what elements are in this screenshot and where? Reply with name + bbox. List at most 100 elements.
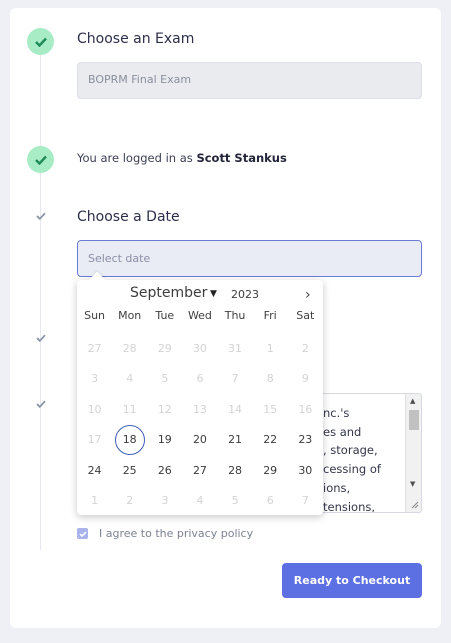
calendar-day: 27 xyxy=(77,342,112,355)
calendar-day[interactable]: 24 xyxy=(77,464,112,477)
calendar-day-selected[interactable]: 18 xyxy=(112,424,147,455)
calendar-day-number: 7 xyxy=(231,372,239,386)
calendar-day-number: 8 xyxy=(266,372,274,386)
calendar-day: 15 xyxy=(253,403,288,416)
calendar-day: 2 xyxy=(112,494,147,507)
calendar-day-number: 3 xyxy=(91,372,99,386)
calendar-day-number: 20 xyxy=(192,433,207,447)
calendar-day-number: 25 xyxy=(122,463,137,477)
policy-line: , storage, xyxy=(323,443,378,458)
policy-line: tensions, xyxy=(323,499,376,513)
calendar-day[interactable]: 23 xyxy=(288,433,323,446)
calendar-day-number: 26 xyxy=(157,463,172,477)
logged-in-notice: You are logged in as Scott Stankus xyxy=(77,151,287,165)
calendar-day: 30 xyxy=(182,342,217,355)
calendar-day: 29 xyxy=(147,342,182,355)
calendar-day-number: 9 xyxy=(301,372,309,386)
calendar-day-number: 27 xyxy=(192,463,207,477)
calendar-day: 14 xyxy=(218,403,253,416)
step-complete-check-icon xyxy=(27,28,54,55)
calendar-day: 10 xyxy=(77,403,112,416)
calendar-day: 4 xyxy=(112,372,147,385)
weekday-label: Sat xyxy=(296,309,315,322)
calendar-day-number: 5 xyxy=(161,372,169,386)
calendar-day[interactable]: 28 xyxy=(218,464,253,477)
calendar-day-number: 29 xyxy=(157,341,172,355)
weekday-header: Sun Mon Tue Wed Thu Fri Sat xyxy=(77,309,323,322)
weekday-label: Sun xyxy=(84,309,106,322)
calendar-grid: 27 28 29 30 31 1 2 3 4 5 6 7 8 9 10 11 12 13 14 15 16 17 18 19 2… xyxy=(77,333,323,516)
calendar-day-number: 28 xyxy=(228,463,243,477)
resize-handle-icon[interactable] xyxy=(410,500,419,509)
scroll-down-arrow-icon[interactable]: ▼ xyxy=(410,480,415,488)
calendar-day: 13 xyxy=(182,403,217,416)
calendar-week: 10 11 12 13 14 15 16 xyxy=(77,394,323,425)
next-month-chevron-icon[interactable]: › xyxy=(305,287,311,303)
step-check-icon xyxy=(35,210,47,222)
ready-to-checkout-button[interactable]: Ready to Checkout xyxy=(282,563,422,598)
calendar-day-number: 19 xyxy=(157,433,172,447)
scroll-up-arrow-icon[interactable]: ▲ xyxy=(410,397,415,405)
scrollbar-thumb[interactable] xyxy=(409,410,419,430)
step-check-icon xyxy=(35,332,47,344)
calendar-day[interactable]: 20 xyxy=(182,433,217,446)
calendar-day-number: 30 xyxy=(192,341,207,355)
calendar-day[interactable]: 19 xyxy=(147,433,182,446)
exam-select-field[interactable]: BOPRM Final Exam xyxy=(77,62,422,99)
choose-exam-title: Choose an Exam xyxy=(77,31,195,47)
policy-scrollbar[interactable]: ▲ ▼ xyxy=(405,394,421,512)
calendar-day-number: 15 xyxy=(263,402,278,416)
calendar-week: 1 2 3 4 5 6 7 xyxy=(77,486,323,517)
calendar-day: 28 xyxy=(112,342,147,355)
step-timeline-line xyxy=(40,40,41,550)
policy-line: nc.'s xyxy=(323,406,350,420)
calendar-day: 17 xyxy=(77,433,112,446)
policy-line: es and xyxy=(323,424,362,439)
calendar-day-number: 30 xyxy=(298,463,313,477)
calendar-day: 3 xyxy=(77,372,112,385)
calendar-day[interactable]: 29 xyxy=(253,464,288,477)
date-input[interactable]: Select date xyxy=(77,240,422,277)
calendar-day: 6 xyxy=(182,372,217,385)
calendar-day[interactable]: 27 xyxy=(182,464,217,477)
agree-checkbox[interactable] xyxy=(77,528,88,539)
calendar-day-number: 4 xyxy=(126,372,134,386)
calendar-day-number: 1 xyxy=(266,341,274,355)
agree-privacy-row[interactable]: I agree to the privacy policy xyxy=(77,527,253,540)
calendar-day: 3 xyxy=(147,494,182,507)
calendar-day: 5 xyxy=(147,372,182,385)
calendar-day-number: 10 xyxy=(87,402,102,416)
calendar-day-number: 17 xyxy=(87,433,102,447)
calendar-week: 24 25 26 27 28 29 30 xyxy=(77,455,323,486)
calendar-day-number: 6 xyxy=(196,372,204,386)
calendar-week: 27 28 29 30 31 1 2 xyxy=(77,333,323,364)
step-complete-check-icon xyxy=(27,146,54,173)
calendar-day: 31 xyxy=(218,342,253,355)
calendar-day: 7 xyxy=(218,372,253,385)
calendar-day: 9 xyxy=(288,372,323,385)
calendar-day: 16 xyxy=(288,403,323,416)
calendar-day: 1 xyxy=(77,494,112,507)
calendar-day-number: 16 xyxy=(298,402,313,416)
calendar-day[interactable]: 26 xyxy=(147,464,182,477)
calendar-day-number: 18 xyxy=(114,424,145,455)
calendar-day-number: 24 xyxy=(87,463,102,477)
calendar-day[interactable]: 30 xyxy=(288,464,323,477)
calendar-day: 2 xyxy=(288,342,323,355)
calendar-day-number: 14 xyxy=(228,402,243,416)
weekday-label: Mon xyxy=(118,309,142,322)
calendar-day-number: 3 xyxy=(161,494,169,508)
logged-in-user: Scott Stankus xyxy=(196,151,287,165)
month-select[interactable]: September xyxy=(130,285,207,301)
calendar-day-number: 6 xyxy=(266,494,274,508)
calendar-day-number: 7 xyxy=(301,494,309,508)
calendar-day[interactable]: 22 xyxy=(253,433,288,446)
calendar-day[interactable]: 21 xyxy=(218,433,253,446)
chevron-down-icon[interactable]: ▼ xyxy=(210,289,217,299)
calendar-week: 17 18 19 20 21 22 23 xyxy=(77,424,323,456)
calendar-day-number: 31 xyxy=(228,341,243,355)
calendar-day-number: 4 xyxy=(196,494,204,508)
year-input[interactable]: 2023 xyxy=(231,288,259,301)
calendar-day-number: 22 xyxy=(263,433,278,447)
calendar-day[interactable]: 25 xyxy=(112,464,147,477)
